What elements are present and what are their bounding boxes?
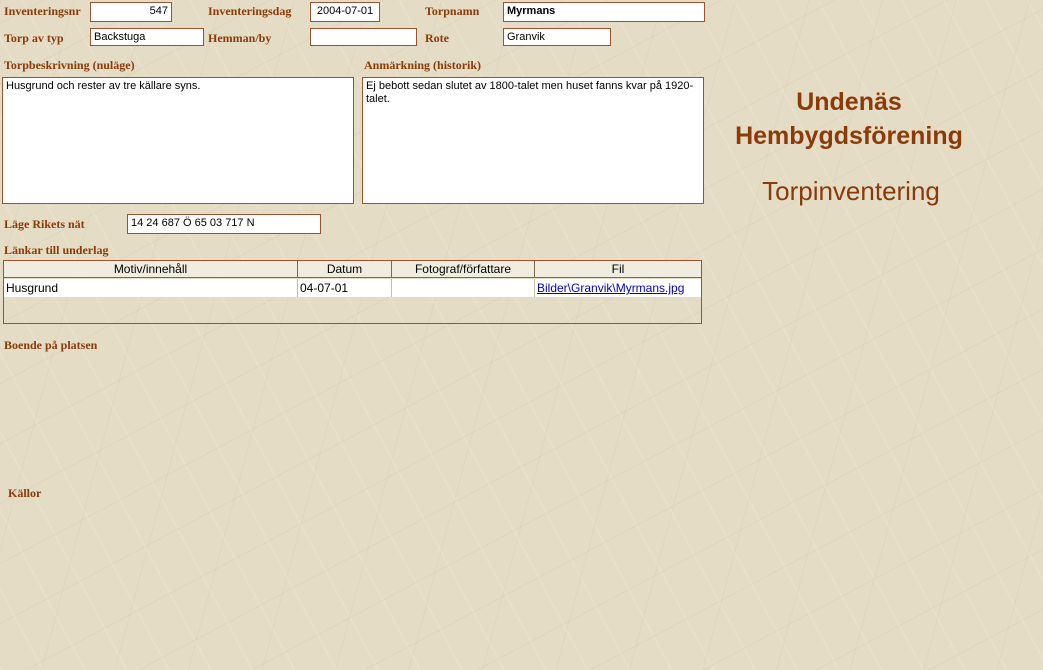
page-subtitle: Torpinventering [762, 176, 940, 206]
torpnamn-label: Torpnamn [425, 4, 480, 18]
file-link[interactable]: Bilder\Granvik\Myrmans.jpg [537, 281, 684, 295]
inventeringsnr-label: Inventeringsnr [4, 4, 81, 18]
org-name-line2: Hembygdsförening [735, 122, 963, 150]
column-header-motiv[interactable]: Motiv/innehåll [4, 261, 298, 278]
column-header-fotograf[interactable]: Fotograf/författare [392, 261, 535, 278]
rote-field[interactable]: Granvik [503, 28, 611, 46]
torpbeskrivning-textarea[interactable]: Husgrund och rester av tre källare syns. [2, 77, 354, 204]
cell-motiv[interactable]: Husgrund [4, 279, 298, 297]
cell-fil[interactable]: Bilder\Granvik\Myrmans.jpg [535, 279, 701, 297]
links-table: Motiv/innehåll Datum Fotograf/författare… [3, 260, 702, 324]
org-name-line1: Undenäs [796, 88, 902, 116]
lankar-label: Länkar till underlag [4, 243, 109, 257]
torp-av-typ-field[interactable]: Backstuga [90, 28, 204, 46]
anmarkning-textarea[interactable]: Ej bebott sedan slutet av 1800-talet men… [362, 77, 704, 204]
hemman-by-field[interactable] [310, 28, 417, 46]
lage-field[interactable]: 14 24 687 Ö 65 03 717 N [127, 214, 321, 234]
boende-label: Boende på platsen [4, 338, 98, 352]
lage-label: Läge Rikets nät [4, 217, 85, 231]
rote-label: Rote [425, 31, 449, 45]
cell-datum[interactable]: 04-07-01 [298, 279, 392, 297]
anmarkning-label: Anmärkning (historik) [364, 58, 482, 72]
inventeringsdag-field[interactable]: 2004-07-01 [310, 2, 380, 22]
kallor-label: Källor [8, 486, 42, 500]
column-header-datum[interactable]: Datum [298, 261, 392, 278]
hemman-by-label: Hemman/by [208, 31, 272, 45]
torpbeskrivning-label: Torpbeskrivning (nuläge) [4, 58, 135, 72]
inventeringsdag-label: Inventeringsdag [208, 4, 292, 18]
torp-av-typ-label: Torp av typ [4, 31, 64, 45]
torpnamn-field[interactable]: Myrmans [503, 2, 705, 22]
inventeringsnr-field[interactable]: 547 [90, 2, 172, 22]
column-header-fil[interactable]: Fil [535, 261, 701, 278]
cell-fotograf[interactable] [392, 279, 535, 297]
